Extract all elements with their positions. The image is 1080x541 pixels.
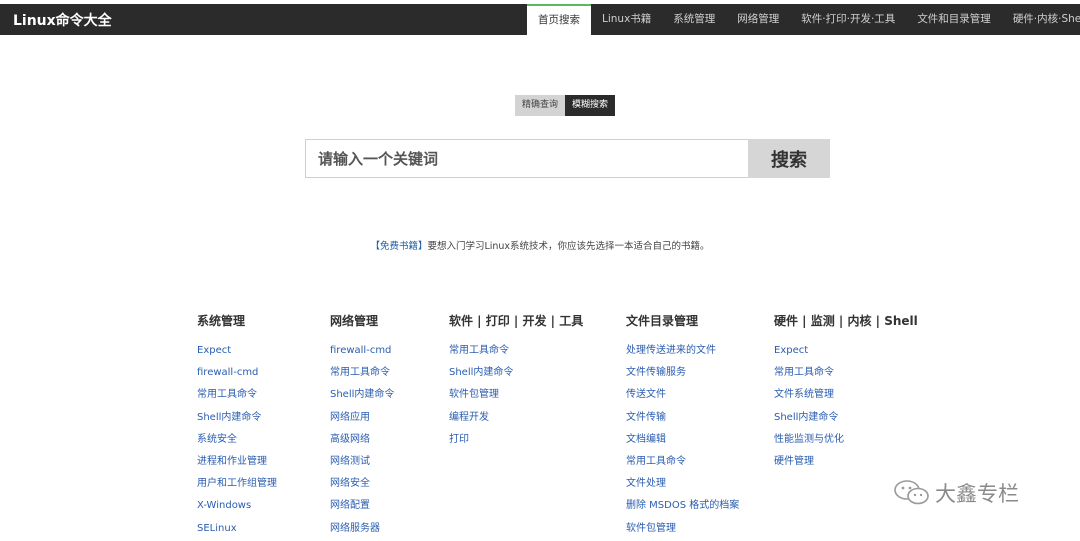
category-link[interactable]: Shell内建命令 <box>197 411 277 433</box>
nav-tab-home-search[interactable]: 首页搜索 <box>527 4 591 35</box>
category-link[interactable]: Expect <box>774 344 918 366</box>
category-link[interactable]: 网络服务器 <box>330 522 394 541</box>
category-link[interactable]: Shell内建命令 <box>449 366 583 388</box>
fuzzy-search-mode-button[interactable]: 模糊搜索 <box>565 95 616 116</box>
category-link[interactable]: 软件包管理 <box>449 388 583 410</box>
category-link[interactable]: 文件处理 <box>626 477 739 499</box>
category-link-list: Expect firewall-cmd 常用工具命令 Shell内建命令 系统安… <box>197 344 277 541</box>
category-link[interactable]: 性能监测与优化 <box>774 433 918 455</box>
search-button[interactable]: 搜索 <box>748 139 830 178</box>
category-link[interactable]: 常用工具命令 <box>330 366 394 388</box>
category-link[interactable]: firewall-cmd <box>330 344 394 366</box>
watermark-text: 大鑫专栏 <box>935 482 1019 506</box>
category-link[interactable]: 传送文件 <box>626 388 739 410</box>
category-title[interactable]: 系统管理 <box>197 313 277 329</box>
top-navigation-bar: Linux命令大全 首页搜索 Linux书籍 系统管理 网络管理 软件·打印·开… <box>0 4 1080 35</box>
category-link-list: 常用工具命令 Shell内建命令 软件包管理 编程开发 打印 <box>449 344 583 455</box>
category-link-list: Expect 常用工具命令 文件系统管理 Shell内建命令 性能监测与优化 硬… <box>774 344 918 477</box>
category-link[interactable]: 网络应用 <box>330 411 394 433</box>
main-nav: 首页搜索 Linux书籍 系统管理 网络管理 软件·打印·开发·工具 文件和目录… <box>527 4 1080 35</box>
category-link[interactable]: 用户和工作组管理 <box>197 477 277 499</box>
nav-tab-software-tools[interactable]: 软件·打印·开发·工具 <box>790 4 906 35</box>
category-file-directory: 文件目录管理 处理传送进来的文件 文件传输服务 传送文件 文件传输 文档编辑 常… <box>626 313 739 541</box>
free-books-link[interactable]: 【免费书籍】 <box>370 241 427 252</box>
category-link[interactable]: 网络配置 <box>330 499 394 521</box>
category-link-list: firewall-cmd 常用工具命令 Shell内建命令 网络应用 高级网络 … <box>330 344 394 541</box>
category-link[interactable]: firewall-cmd <box>197 366 277 388</box>
category-link[interactable]: Shell内建命令 <box>330 388 394 410</box>
free-books-notice: 【免费书籍】要想入门学习Linux系统技术，你应该先选择一本适合自己的书籍。 <box>0 238 1080 252</box>
category-link[interactable]: 系统安全 <box>197 433 277 455</box>
category-system-admin: 系统管理 Expect firewall-cmd 常用工具命令 Shell内建命… <box>197 313 277 541</box>
category-link[interactable]: 网络测试 <box>330 455 394 477</box>
category-title[interactable]: 硬件 | 监测 | 内核 | Shell <box>774 313 918 329</box>
free-books-notice-text: 要想入门学习Linux系统技术，你应该先选择一本适合自己的书籍。 <box>427 241 710 252</box>
category-link[interactable]: 文件传输服务 <box>626 366 739 388</box>
category-link[interactable]: X-Windows <box>197 499 277 521</box>
category-link[interactable]: 编程开发 <box>449 411 583 433</box>
category-link[interactable]: 常用工具命令 <box>449 344 583 366</box>
exact-search-mode-button[interactable]: 精确查询 <box>515 95 566 116</box>
category-link[interactable]: 删除 MSDOS 格式的档案 <box>626 499 739 521</box>
site-logo[interactable]: Linux命令大全 <box>13 10 112 30</box>
category-link[interactable]: Expect <box>197 344 277 366</box>
search-mode-toggle: 精确查询 模糊搜索 <box>515 95 616 116</box>
category-link[interactable]: SELinux <box>197 522 277 541</box>
category-link[interactable]: 进程和作业管理 <box>197 455 277 477</box>
nav-tab-linux-books[interactable]: Linux书籍 <box>591 4 662 35</box>
category-network-admin: 网络管理 firewall-cmd 常用工具命令 Shell内建命令 网络应用 … <box>330 313 394 541</box>
category-link[interactable]: 处理传送进来的文件 <box>626 344 739 366</box>
category-software-tools: 软件 | 打印 | 开发 | 工具 常用工具命令 Shell内建命令 软件包管理… <box>449 313 583 455</box>
category-link[interactable]: Shell内建命令 <box>774 411 918 433</box>
nav-tab-system-admin[interactable]: 系统管理 <box>662 4 726 35</box>
wechat-icon <box>894 480 929 505</box>
nav-tab-network-admin[interactable]: 网络管理 <box>726 4 790 35</box>
watermark: 大鑫专栏 <box>893 478 1019 508</box>
category-title[interactable]: 文件目录管理 <box>626 313 739 329</box>
category-link[interactable]: 常用工具命令 <box>197 388 277 410</box>
category-hardware-kernel-shell: 硬件 | 监测 | 内核 | Shell Expect 常用工具命令 文件系统管… <box>774 313 918 477</box>
category-link[interactable]: 文件系统管理 <box>774 388 918 410</box>
category-link[interactable]: 打印 <box>449 433 583 455</box>
search-bar: 搜索 <box>305 139 830 178</box>
category-link[interactable]: 常用工具命令 <box>626 455 739 477</box>
category-link[interactable]: 文件传输 <box>626 411 739 433</box>
search-input[interactable] <box>305 139 748 178</box>
category-title[interactable]: 软件 | 打印 | 开发 | 工具 <box>449 313 583 329</box>
category-link[interactable]: 软件包管理 <box>626 522 739 541</box>
category-title[interactable]: 网络管理 <box>330 313 394 329</box>
category-link[interactable]: 硬件管理 <box>774 455 918 477</box>
category-link[interactable]: 网络安全 <box>330 477 394 499</box>
nav-tab-hardware-kernel-shell[interactable]: 硬件·内核·Shell <box>1002 4 1080 35</box>
category-link-list: 处理传送进来的文件 文件传输服务 传送文件 文件传输 文档编辑 常用工具命令 文… <box>626 344 739 541</box>
nav-tab-file-directory[interactable]: 文件和目录管理 <box>906 4 1002 35</box>
category-link[interactable]: 高级网络 <box>330 433 394 455</box>
category-link[interactable]: 常用工具命令 <box>774 366 918 388</box>
category-link[interactable]: 文档编辑 <box>626 433 739 455</box>
